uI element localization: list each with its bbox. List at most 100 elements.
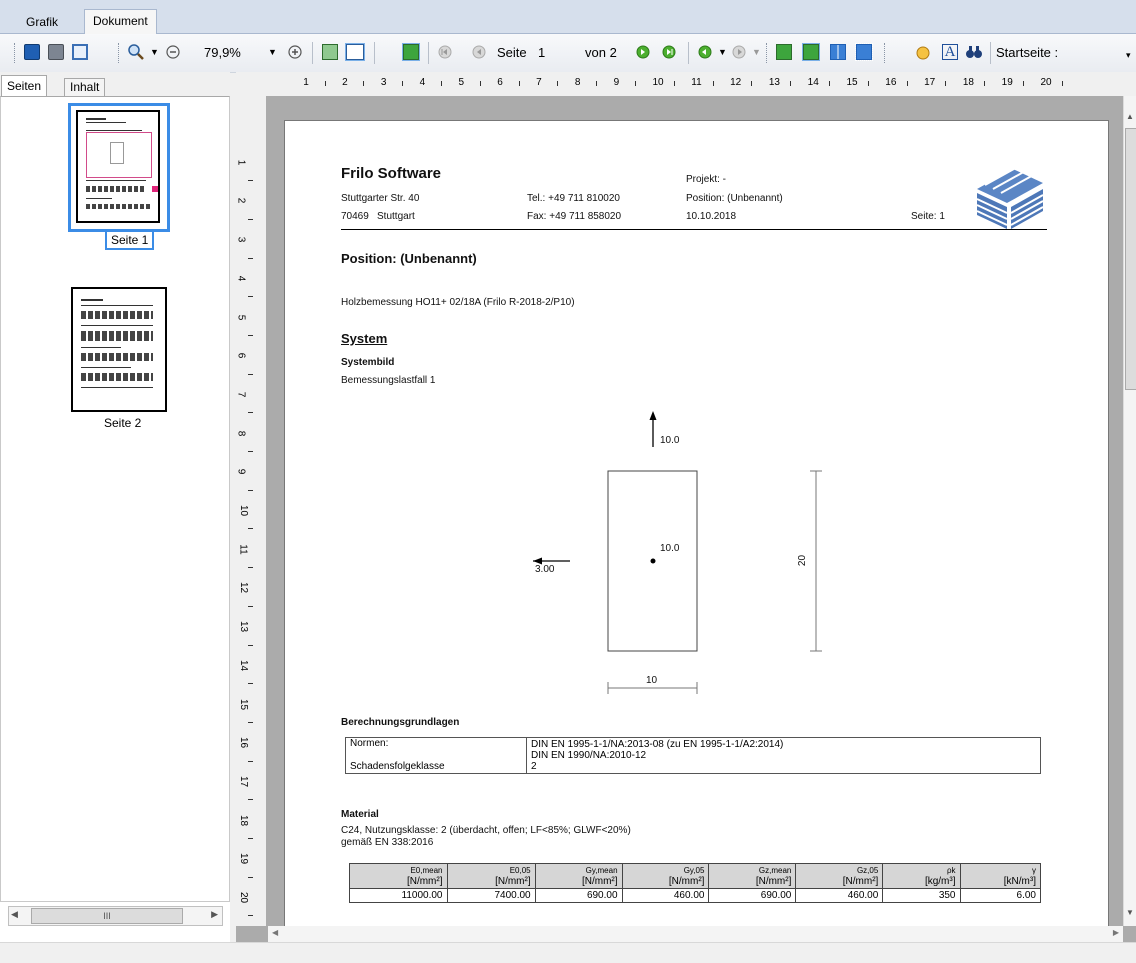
ruler-label: 10: [652, 77, 664, 88]
thumbnail-label-2[interactable]: Seite 2: [104, 416, 141, 430]
view-continuous-button[interactable]: [800, 42, 822, 62]
ruler-tick: [248, 334, 253, 336]
toolbar-grip[interactable]: [14, 43, 18, 63]
ruler-tick: [751, 81, 753, 86]
page-number-input[interactable]: 1: [538, 45, 545, 60]
hscroll-right-icon[interactable]: ▶: [1113, 928, 1119, 937]
single-page-button[interactable]: [400, 42, 422, 62]
fit-page-icon: [322, 44, 338, 60]
material-col-unit: [N/mm²]: [581, 876, 618, 887]
scroll-up-icon[interactable]: ▲: [1126, 112, 1134, 121]
toolbar-grip[interactable]: [118, 43, 122, 63]
toolbar-overflow-icon[interactable]: ▾: [1126, 50, 1131, 61]
ruler-label: 4: [419, 77, 426, 88]
vertical-ruler: 1 2 3 4 5 6 7 8 9 10 11 12 13 14 15 16 17 18 19 20: [235, 96, 266, 926]
ruler-tick: [248, 915, 253, 917]
normen-value-cell: DIN EN 1995-1-1/NA:2013-08 (zu EN 1995-1…: [526, 737, 1041, 761]
ruler-label: 17: [924, 77, 936, 88]
view-two-pages-button[interactable]: [828, 42, 848, 62]
toolbar-grip[interactable]: [766, 43, 770, 63]
ruler-label: 2: [235, 198, 247, 204]
ruler-label: 5: [235, 314, 247, 320]
fit-width-button[interactable]: [344, 42, 366, 62]
material-cell: 690.00: [534, 888, 623, 903]
ruler-label: 1: [303, 77, 309, 88]
ruler-label: 3: [380, 77, 387, 88]
ruler-label: 12: [238, 582, 250, 594]
hscroll-left-icon[interactable]: ◀: [272, 928, 278, 937]
ruler-label: 17: [238, 775, 250, 788]
minus-circle-icon: [166, 45, 180, 59]
document-vscrollbar[interactable]: ▲ ▼: [1123, 96, 1136, 926]
ruler-tick: [248, 838, 253, 839]
fit-page-button[interactable]: [320, 42, 340, 62]
first-page-button[interactable]: [436, 42, 454, 62]
material-col-header: E0,mean [N/mm²]: [349, 863, 448, 889]
previous-page-button[interactable]: [470, 42, 488, 62]
forward-button[interactable]: [730, 42, 748, 62]
back-dropdown-arrow[interactable]: ▼: [718, 47, 727, 57]
document-toolbar: ▼ 79,9% ▼ Seite 1 von 2 ▼ ▼ A Startseite…: [0, 34, 1136, 73]
zoom-in-button[interactable]: [126, 42, 146, 62]
save-button[interactable]: [22, 42, 42, 62]
hand-tool-button[interactable]: [912, 42, 934, 62]
view-single-button[interactable]: [774, 42, 794, 62]
ruler-tick: [248, 567, 253, 569]
chevron-down-icon[interactable]: ▼: [150, 47, 159, 57]
printer-icon: [48, 44, 64, 60]
find-button[interactable]: [964, 42, 984, 62]
tab-seiten[interactable]: Seiten: [1, 75, 48, 97]
material-line-2: gemäß EN 338:2016: [341, 837, 434, 848]
thumbnail-page-1[interactable]: [76, 110, 160, 223]
panel-icon: [72, 44, 88, 60]
ruler-label: 11: [237, 544, 249, 555]
material-cell: 11000.00: [349, 888, 448, 903]
text-select-button[interactable]: A: [940, 42, 960, 62]
toolbar-separator: [374, 42, 375, 64]
forward-icon: [732, 45, 746, 59]
ruler-label: 7: [235, 391, 247, 398]
ruler-label: 11: [691, 77, 702, 88]
panel-toggle-button[interactable]: [70, 42, 90, 62]
scroll-right-icon[interactable]: ▶: [211, 909, 218, 920]
vertical-load-value: 10.0: [660, 435, 680, 446]
normen-line-1: DIN EN 1995-1-1/NA:2013-08 (zu EN 1995-1…: [531, 739, 784, 750]
thumbnail-label-1[interactable]: Seite 1: [105, 230, 155, 250]
scroll-thumb[interactable]: III: [31, 908, 183, 924]
ruler-tick: [248, 528, 253, 530]
tab-inhalt[interactable]: Inhalt: [64, 78, 106, 97]
material-col-header: Gy,05 [N/mm²]: [621, 863, 710, 889]
ruler-tick: [324, 81, 326, 86]
back-button[interactable]: [696, 42, 714, 62]
forward-dropdown-arrow[interactable]: ▼: [752, 47, 761, 57]
ruler-label: 14: [238, 659, 250, 671]
toolbar-grip[interactable]: [884, 43, 888, 63]
tab-dokument[interactable]: Dokument: [84, 9, 157, 34]
material-col-header: Gz,05 [N/mm²]: [795, 863, 884, 889]
next-page-button[interactable]: [634, 42, 652, 62]
thumbnail-hscrollbar[interactable]: ◀ III ▶: [8, 906, 223, 926]
continuous-view-icon: [802, 43, 820, 61]
document-hscrollbar[interactable]: ◀ ▶: [268, 926, 1123, 942]
grundlagen-heading: Berechnungsgrundlagen: [341, 717, 460, 728]
page-count-label: von 2: [585, 45, 617, 60]
scroll-left-icon[interactable]: ◀: [11, 909, 18, 920]
view-four-pages-button[interactable]: [854, 42, 874, 62]
plus-circle-icon: [288, 45, 302, 59]
last-page-button[interactable]: [660, 42, 678, 62]
zoom-plus-button[interactable]: [286, 42, 304, 62]
tab-grafik[interactable]: Grafik: [18, 11, 66, 33]
material-table: E0,mean [N/mm²] E0,05 [N/mm²] Gy,mean [N/mm²]…: [349, 863, 1041, 903]
zoom-dropdown-arrow[interactable]: ▼: [268, 47, 277, 57]
zoom-level[interactable]: 79,9%: [204, 45, 241, 60]
scroll-down-icon[interactable]: ▼: [1126, 908, 1134, 917]
material-table-row: 11000.00 7400.00 690.00 460.00 690.00 460.00 3…: [349, 888, 1041, 903]
thumbnail-page-2[interactable]: [71, 287, 167, 412]
zoom-out-button[interactable]: [164, 42, 182, 62]
magnifier-icon: [128, 44, 144, 60]
print-button[interactable]: [46, 42, 66, 62]
fit-width-icon: [345, 43, 365, 61]
vscroll-thumb[interactable]: [1125, 128, 1136, 390]
ruler-tick: [248, 257, 253, 259]
ruler-tick: [248, 451, 253, 452]
